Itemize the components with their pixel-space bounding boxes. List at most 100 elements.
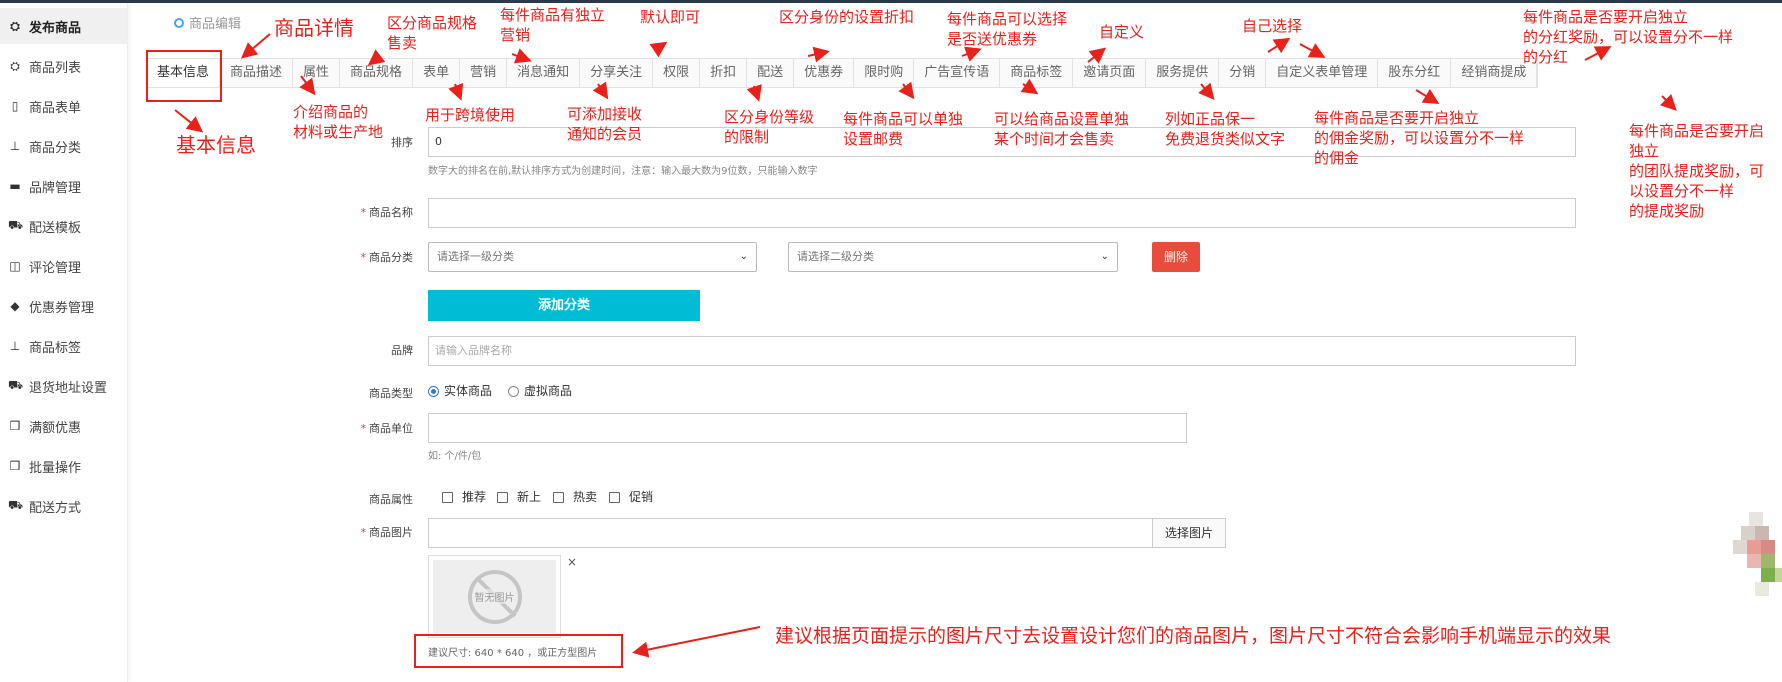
- sidebar-item-label: 发布商品: [29, 20, 82, 36]
- sidebar-item-8[interactable]: ⊥ 商品标签: [0, 328, 127, 364]
- sidebar-item-3[interactable]: ⊥ 商品分类: [0, 128, 127, 164]
- sitemap-icon: ⊥: [9, 339, 21, 353]
- sidebar-item-label: 商品表单: [29, 100, 82, 116]
- chevron-down-icon: ⌄: [1100, 251, 1109, 262]
- unit-input[interactable]: [428, 413, 1187, 443]
- arrow-detail: [240, 33, 271, 59]
- name-label: * 商品名称: [360, 206, 414, 219]
- file-icon: ▯: [11, 99, 19, 113]
- checkbox-hot[interactable]: [553, 492, 564, 503]
- sidebar-item-2[interactable]: ▯ 商品表单: [0, 88, 127, 124]
- sidebar-item-6[interactable]: ◫ 评论管理: [0, 248, 127, 284]
- image-path-input[interactable]: [428, 518, 1154, 548]
- annotation-product-detail: 商品详情: [274, 16, 354, 40]
- tab-10[interactable]: 配送: [747, 59, 795, 87]
- gift-icon: ❒: [9, 419, 21, 433]
- checkbox-promo[interactable]: [609, 492, 620, 503]
- annotation-desc: 介绍商品的 材料或生产地: [293, 103, 384, 141]
- sitemap-icon: ⊥: [9, 139, 21, 153]
- sidebar-item-9[interactable]: ⛟ 退货地址设置: [0, 368, 127, 404]
- sidebar-item-4[interactable]: ▬ 品牌管理: [0, 168, 127, 204]
- arrow-image-tip: [632, 626, 761, 658]
- attributes-label: 商品属性: [369, 493, 413, 506]
- annotation-discount: 区分身份的设置折扣: [779, 8, 915, 26]
- tab-4[interactable]: 表单: [413, 59, 461, 87]
- annotation-default: 默认即可: [640, 8, 701, 26]
- tab-15[interactable]: 邀请页面: [1073, 59, 1147, 87]
- category-label: * 商品分类: [360, 251, 414, 264]
- annotation-tag: 列如正品保一 免费退货类似文字: [1165, 110, 1286, 148]
- sidebar-item-label: 品牌管理: [29, 180, 82, 196]
- sidebar-item-label: 满额优惠: [29, 420, 82, 436]
- tab-bar: 基本信息 商品描述 属性 商品规格 表单 营销 消息通知 分享关注 权限 折扣 配送 优惠券 限时购 广告…: [146, 58, 1539, 88]
- tab-19[interactable]: 股东分红: [1378, 59, 1452, 87]
- name-input[interactable]: [428, 198, 1576, 228]
- checkbox-new-label: 新上: [517, 490, 542, 504]
- annotation-custom: 自定义: [1099, 23, 1145, 41]
- type-label: 商品类型: [369, 387, 413, 400]
- tab-12[interactable]: 限时购: [854, 59, 915, 87]
- unit-label: * 商品单位: [360, 422, 414, 435]
- tab-2[interactable]: 属性: [293, 59, 341, 87]
- unit-hint: 如: 个/件/包: [428, 451, 482, 462]
- sidebar-item-0[interactable]: ⛭ 发布商品: [0, 8, 127, 44]
- annotation-form-use: 用于跨境使用: [425, 106, 516, 124]
- checkbox-promo-label: 促销: [629, 490, 654, 504]
- sidebar-item-label: 配送方式: [29, 500, 82, 516]
- sidebar-item-label: 评论管理: [29, 260, 82, 276]
- annotation-dividend: 每件商品是否要开启独立 的分红奖励，可以设置分不一样 的分红: [1523, 8, 1734, 66]
- annotation-flash: 可以给商品设置单独 某个时间才会售卖: [994, 110, 1130, 148]
- cubes-icon: ⛭: [10, 58, 20, 73]
- second-category-select[interactable]: 请选择二级分类 ⌄: [788, 242, 1118, 272]
- tab-13[interactable]: 广告宣传语: [914, 59, 1001, 87]
- sidebar-item-5[interactable]: ⛟ 配送模板: [0, 208, 127, 244]
- sidebar: ⛭ 发布商品 ⛭ 商品列表 ▯ 商品表单 ⊥ 商品分类 ▬ 品牌管理 ⛟ 配送模板 ◫ 评论管理 ◆ 优惠券管…: [0, 3, 128, 682]
- annotation-notify: 可添加接收 通知的会员: [567, 105, 643, 143]
- tab-1[interactable]: 商品描述: [220, 59, 294, 87]
- highlight-size-hint: [414, 634, 623, 668]
- gift-icon: ❒: [9, 459, 21, 473]
- tab-17[interactable]: 分销: [1219, 59, 1267, 87]
- tags-icon: ◆: [10, 299, 20, 313]
- tab-18[interactable]: 自定义表单管理: [1266, 59, 1379, 87]
- radio-virtual[interactable]: [508, 386, 519, 397]
- annotation-commission: 每件商品是否要开启独立 的佣金奖励，可以设置分不一样 的佣金: [1314, 109, 1525, 167]
- radio-physical[interactable]: [428, 386, 439, 397]
- tab-8[interactable]: 权限: [653, 59, 701, 87]
- sidebar-item-label: 配送模板: [29, 220, 82, 236]
- sidebar-item-10[interactable]: ❒ 满额优惠: [0, 408, 127, 444]
- sidebar-item-11[interactable]: ❒ 批量操作: [0, 448, 127, 484]
- tab-14[interactable]: 商品标签: [1000, 59, 1074, 87]
- tab-3[interactable]: 商品规格: [340, 59, 414, 87]
- checkbox-recommend-label: 推荐: [462, 490, 487, 504]
- annotation-delivery: 每件商品可以单独 设置邮费: [843, 110, 964, 148]
- avatar-pixels: [1733, 512, 1782, 596]
- checkbox-new[interactable]: [497, 492, 508, 503]
- checkbox-recommend[interactable]: [442, 492, 453, 503]
- choose-image-button[interactable]: 选择图片: [1152, 518, 1226, 548]
- sidebar-item-1[interactable]: ⛭ 商品列表: [0, 48, 127, 84]
- sidebar-item-label: 退货地址设置: [29, 380, 108, 396]
- close-icon[interactable]: ×: [567, 555, 577, 569]
- brand-label: 品牌: [391, 344, 413, 357]
- annotation-image-tip: 建议根据页面提示的图片尺寸去设置设计您们的商品图片，图片尺寸不符合会影响手机端显…: [775, 625, 1612, 647]
- cubes-icon: ⛭: [10, 18, 20, 33]
- brand-input[interactable]: 请输入品牌名称: [428, 336, 1576, 366]
- circle-icon: [174, 17, 184, 28]
- tab-16[interactable]: 服务提供: [1146, 59, 1220, 87]
- tab-6[interactable]: 消息通知: [507, 59, 581, 87]
- add-category-button[interactable]: 添加分类: [428, 290, 700, 321]
- truck-icon: ⛟: [8, 378, 24, 392]
- tab-9[interactable]: 折扣: [700, 59, 748, 87]
- arrow-basic-info: [174, 109, 204, 133]
- tab-11[interactable]: 优惠券: [794, 59, 855, 87]
- annotation-permission: 区分身份等级 的限制: [724, 108, 815, 146]
- truck-icon: ⛟: [8, 498, 24, 512]
- tab-7[interactable]: 分享关注: [580, 59, 654, 87]
- sidebar-item-label: 优惠券管理: [29, 300, 95, 316]
- sidebar-item-12[interactable]: ⛟ 配送方式: [0, 488, 127, 524]
- first-category-select[interactable]: 请选择一级分类 ⌄: [428, 242, 757, 272]
- delete-category-button[interactable]: 删除: [1152, 242, 1200, 272]
- sidebar-item-7[interactable]: ◆ 优惠券管理: [0, 288, 127, 324]
- tab-5[interactable]: 营销: [460, 59, 508, 87]
